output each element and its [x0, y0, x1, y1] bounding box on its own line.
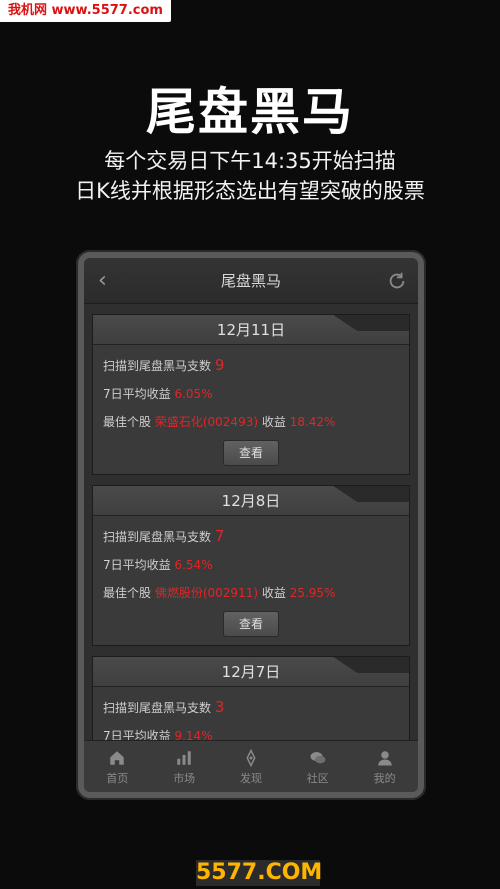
app-header: ‹ 尾盘黑马	[84, 258, 418, 304]
best-stock-row: 最佳个股 佛燃股份(002911) 收益 25.95%	[103, 579, 399, 607]
compass-icon	[246, 749, 256, 767]
view-button[interactable]: 查看	[223, 440, 279, 466]
hero-subtitle-line1: 每个交易日下午14:35开始扫描	[104, 149, 396, 173]
watermark-top: 我机网 www.5577.com	[0, 0, 171, 22]
card-date-label: 12月8日	[221, 492, 281, 510]
scan-count-row: 扫描到尾盘黑马支数 3	[103, 693, 399, 722]
card-corner-tab	[333, 657, 409, 673]
result-card: 12月11日 扫描到尾盘黑马支数 9 7日平均收益 6.05% 最佳个股 荣盛石…	[92, 314, 410, 475]
card-date: 12月7日	[93, 657, 409, 687]
tab-label: 市场	[173, 772, 196, 785]
tab-label: 社区	[306, 772, 329, 785]
chat-bubbles-icon	[310, 752, 326, 764]
card-date: 12月11日	[93, 315, 409, 345]
tab-label: 首页	[106, 772, 129, 785]
home-icon	[110, 751, 125, 765]
tab-discover[interactable]: 发现	[218, 741, 285, 792]
result-card: 12月8日 扫描到尾盘黑马支数 7 7日平均收益 6.54% 最佳个股 佛燃股份…	[92, 485, 410, 646]
view-button[interactable]: 查看	[223, 611, 279, 637]
phone-frame: ‹ 尾盘黑马 12月11日 扫描到尾盘黑马支数 9 7日平均收益 6.05% 最…	[76, 250, 426, 800]
scan-count-row: 扫描到尾盘黑马支数 7	[103, 522, 399, 551]
watermark-bottom: 5577.COM	[196, 860, 323, 886]
tab-market[interactable]: 市场	[151, 741, 218, 792]
tab-mine[interactable]: 我的	[351, 741, 418, 792]
scan-count-value: 9	[214, 356, 225, 374]
return-value: 25.95%	[289, 586, 336, 600]
scan-count-row: 扫描到尾盘黑马支数 9	[103, 351, 399, 380]
avg-return-value: 6.54%	[174, 558, 213, 572]
best-stock-label: 最佳个股	[103, 586, 152, 600]
hero-title: 尾盘黑马	[146, 83, 354, 141]
avg-return-label: 7日平均收益	[103, 558, 171, 572]
bar-chart-icon	[177, 751, 191, 765]
avg-return-row: 7日平均收益 9.14%	[103, 722, 399, 740]
scan-count-value: 7	[214, 527, 225, 545]
avg-return-row: 7日平均收益 6.05%	[103, 380, 399, 408]
result-list[interactable]: 12月11日 扫描到尾盘黑马支数 9 7日平均收益 6.05% 最佳个股 荣盛石…	[92, 314, 410, 740]
result-card: 12月7日 扫描到尾盘黑马支数 3 7日平均收益 9.14%	[92, 656, 410, 740]
scan-count-label: 扫描到尾盘黑马支数	[103, 701, 212, 715]
refresh-icon[interactable]	[386, 270, 408, 292]
best-stock-label: 最佳个股	[103, 415, 152, 429]
avg-return-value: 9.14%	[174, 729, 213, 740]
return-value: 18.42%	[289, 415, 336, 429]
card-corner-tab	[333, 486, 409, 502]
tab-label: 我的	[373, 772, 396, 785]
card-date: 12月8日	[93, 486, 409, 516]
avg-return-label: 7日平均收益	[103, 387, 171, 401]
card-corner-tab	[333, 315, 409, 331]
return-label: 收益	[261, 586, 286, 600]
user-icon	[377, 751, 392, 766]
card-date-label: 12月11日	[216, 321, 286, 339]
tab-community[interactable]: 社区	[284, 741, 351, 792]
card-date-label: 12月7日	[221, 663, 281, 681]
avg-return-label: 7日平均收益	[103, 729, 171, 740]
return-label: 收益	[261, 415, 286, 429]
app-screen: ‹ 尾盘黑马 12月11日 扫描到尾盘黑马支数 9 7日平均收益 6.05% 最…	[84, 258, 418, 792]
avg-return-row: 7日平均收益 6.54%	[103, 551, 399, 579]
hero-subtitle-line2: 日K线并根据形态选出有望突破的股票	[75, 179, 425, 203]
best-stock-name[interactable]: 佛燃股份(002911)	[155, 586, 258, 600]
scan-count-label: 扫描到尾盘黑马支数	[103, 530, 212, 544]
tab-home[interactable]: 首页	[84, 741, 151, 792]
bottom-tab-bar: 首页 市场 发现 社区 我的	[84, 740, 418, 792]
scan-count-label: 扫描到尾盘黑马支数	[103, 359, 212, 373]
avg-return-value: 6.05%	[174, 387, 213, 401]
hero-subtitle: 每个交易日下午14:35开始扫描 日K线并根据形态选出有望突破的股票	[0, 146, 500, 206]
header-title: 尾盘黑马	[220, 272, 281, 290]
tab-label: 发现	[239, 772, 262, 785]
back-chevron-icon[interactable]: ‹	[98, 268, 107, 293]
scan-count-value: 3	[214, 698, 225, 716]
best-stock-row: 最佳个股 荣盛石化(002493) 收益 18.42%	[103, 408, 399, 436]
best-stock-name[interactable]: 荣盛石化(002493)	[155, 415, 258, 429]
